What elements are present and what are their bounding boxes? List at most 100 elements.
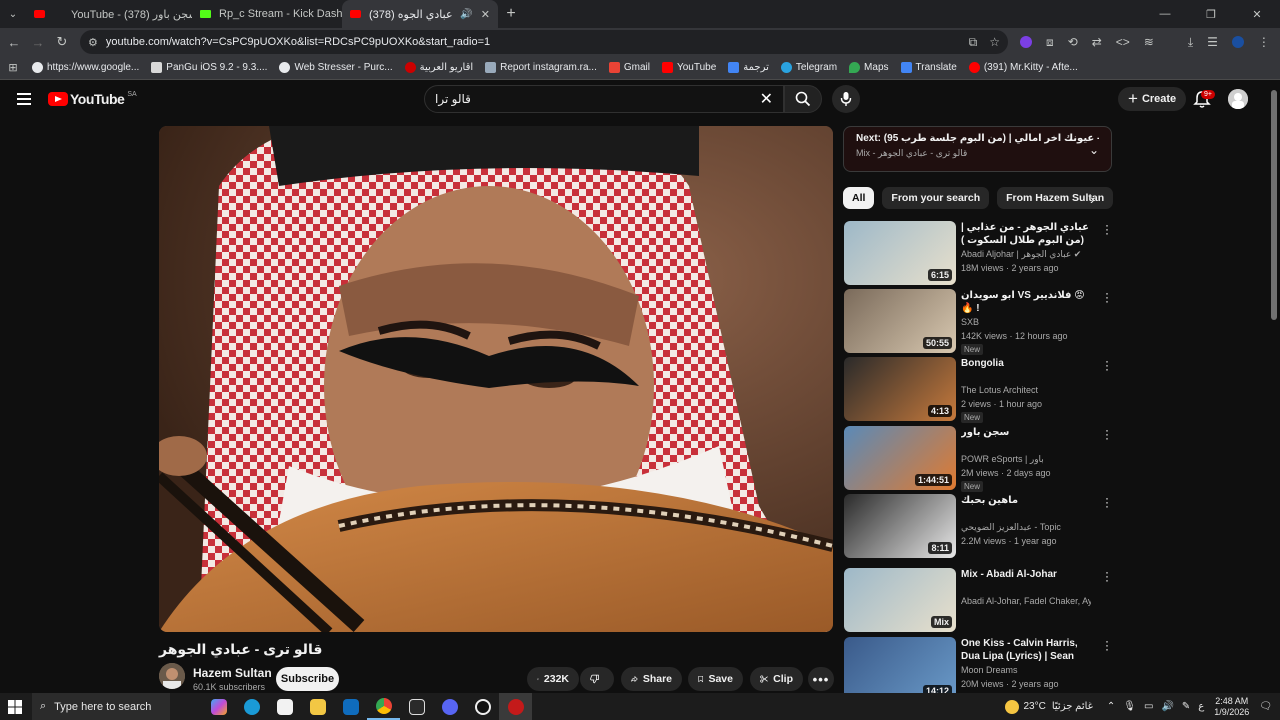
profile-avatar-icon[interactable] bbox=[1231, 36, 1244, 48]
volume-icon[interactable]: 🔊 bbox=[1161, 701, 1173, 712]
bookmark-item[interactable]: Gmail bbox=[603, 62, 656, 73]
cast-icon[interactable]: ≋ bbox=[1144, 35, 1154, 49]
subscribe-button[interactable]: Subscribe bbox=[276, 667, 339, 691]
recommendation-title[interactable]: Mix - Abadi Al-Johar bbox=[961, 568, 1091, 581]
bookmark-item[interactable]: PanGu iOS 9.2 - 9.3.... bbox=[145, 62, 273, 73]
search-input[interactable]: قالو ترا ✕ bbox=[424, 85, 784, 113]
more-vertical-icon[interactable]: · · · bbox=[1102, 492, 1112, 512]
video-thumbnail[interactable]: 50:55 bbox=[844, 289, 956, 353]
new-tab-button[interactable]: + bbox=[498, 5, 524, 23]
channel-name[interactable]: Hazem Sultan bbox=[193, 666, 272, 680]
video-thumbnail[interactable]: 1:44:51 bbox=[844, 426, 956, 490]
bookmark-item[interactable]: Report instagram.ra... bbox=[479, 62, 603, 73]
more-vertical-icon[interactable]: · · · bbox=[1102, 424, 1112, 444]
video-thumbnail[interactable]: Mix bbox=[844, 568, 956, 632]
close-window-icon[interactable]: ✕ bbox=[1234, 8, 1280, 21]
obs-icon[interactable] bbox=[466, 693, 499, 720]
back-icon[interactable]: ← bbox=[2, 35, 26, 50]
weather-temp[interactable]: 23°C bbox=[1024, 701, 1046, 712]
speaker-icon[interactable]: 🔊 bbox=[460, 9, 472, 20]
recommendation-channel[interactable]: SXB bbox=[961, 317, 1091, 327]
browser-tab-1[interactable]: YouTube - سجن باور (378) ✕ bbox=[26, 0, 192, 28]
dislike-button[interactable] bbox=[580, 667, 614, 691]
bookmark-item[interactable]: Telegram bbox=[775, 62, 843, 73]
recommendation-channel[interactable]: POWR eSports | باور bbox=[961, 454, 1091, 465]
recommendation-item[interactable]: 14:12 One Kiss - Calvin Harris, Dua Lipa … bbox=[844, 635, 1112, 701]
more-vertical-icon[interactable]: · · · bbox=[1102, 566, 1112, 586]
reload-icon[interactable]: ↻ bbox=[50, 34, 74, 50]
recommendation-title[interactable]: Bongolia bbox=[961, 357, 1091, 370]
video-player[interactable] bbox=[159, 126, 833, 632]
channel-avatar[interactable] bbox=[159, 663, 185, 689]
notification-center-icon[interactable]: 🗨 bbox=[1259, 701, 1272, 712]
more-vertical-icon[interactable]: · · · bbox=[1102, 219, 1112, 239]
browser-tab-active[interactable]: قالو ترى - عبادي الجوه (378) 🔊 ✕ bbox=[342, 0, 498, 28]
recommendation-item[interactable]: 50:55 ابو سويدان VS فلانديير 😡🔥 ! SXB 142K … bbox=[844, 287, 1112, 355]
bookmark-item[interactable]: Translate bbox=[895, 62, 963, 73]
apps-grid-icon[interactable]: ⊞ bbox=[0, 61, 26, 74]
recommendation-item[interactable]: 6:15 عبادي الجوهر - من عذابي | (من البوم … bbox=[844, 219, 1112, 285]
recommendation-item[interactable]: 4:13 Bongolia The Lotus Architect 2 views ·… bbox=[844, 355, 1112, 423]
pen-icon[interactable]: ✎ bbox=[1182, 701, 1190, 712]
recommendation-item[interactable]: 1:44:51 سجن باور POWR eSports | باور 2M vie… bbox=[844, 424, 1112, 492]
video-thumbnail[interactable]: 4:13 bbox=[844, 357, 956, 421]
network-icon[interactable]: ▭ bbox=[1144, 701, 1153, 712]
clock[interactable]: 2:48 AM 1/9/2026 bbox=[1214, 696, 1249, 718]
recommendation-title[interactable]: ابو سويدان VS فلانديير 😡🔥 ! bbox=[961, 289, 1091, 315]
translate-icon[interactable]: ⇄ bbox=[1092, 35, 1102, 49]
chip-from-your-search[interactable]: From your search bbox=[882, 187, 990, 209]
epic-games-icon[interactable] bbox=[400, 693, 433, 720]
up-next-panel[interactable]: Next: عبادي الجوهر - عيونك آخر آمالي | (… bbox=[843, 126, 1112, 172]
bookmark-item[interactable]: https://www.google... bbox=[26, 62, 145, 73]
like-button[interactable]: 232K bbox=[527, 667, 579, 691]
chevron-up-icon[interactable]: ⌃ bbox=[1107, 701, 1115, 712]
recommendation-title[interactable]: ماهين بحبك bbox=[961, 494, 1091, 507]
browser-tab-2[interactable]: Rp_c Stream - Kick Dashboard ✕ bbox=[192, 0, 342, 28]
chevron-down-icon[interactable]: ⌄ bbox=[1089, 143, 1099, 157]
save-button[interactable]: Save bbox=[688, 667, 743, 691]
bookmark-star-icon[interactable]: ☆ bbox=[989, 35, 1000, 50]
tab-search-button[interactable]: ⌄ bbox=[0, 0, 26, 28]
bookmark-item[interactable]: YouTube bbox=[656, 62, 722, 73]
recommendation-channel[interactable]: The Lotus Architect bbox=[961, 385, 1091, 395]
edge-icon[interactable] bbox=[235, 693, 268, 720]
page-scrollbar[interactable] bbox=[1271, 90, 1277, 320]
microphone-icon[interactable]: 🎙 bbox=[1123, 701, 1136, 712]
recommendation-title[interactable]: One Kiss - Calvin Harris, Dua Lipa (Lyri… bbox=[961, 637, 1091, 663]
more-actions-button[interactable]: ••• bbox=[808, 667, 834, 691]
more-vertical-icon[interactable]: · · · bbox=[1102, 635, 1112, 655]
bookmark-item[interactable]: Web Stresser - Purc... bbox=[273, 62, 398, 73]
bookmark-item[interactable]: (391) Mr.Kitty - Afte... bbox=[963, 62, 1084, 73]
store-icon[interactable] bbox=[268, 693, 301, 720]
chip-from-channel[interactable]: From Hazem Sultan bbox=[997, 187, 1114, 209]
devtools-icon[interactable]: <> bbox=[1116, 35, 1130, 49]
more-vertical-icon[interactable]: · · · bbox=[1102, 355, 1112, 375]
voice-search-button[interactable] bbox=[832, 85, 860, 113]
weather-icon[interactable] bbox=[1004, 699, 1019, 714]
copilot-icon[interactable] bbox=[202, 693, 235, 720]
share-button[interactable]: Share bbox=[621, 667, 682, 691]
minimize-icon[interactable]: — bbox=[1142, 8, 1188, 21]
history-icon[interactable]: ⟲ bbox=[1068, 35, 1078, 49]
recommendation-item[interactable]: 8:11 ماهين بحبك عبدالعزيز الضويحي - Topic 2… bbox=[844, 492, 1112, 558]
recommendation-title[interactable]: عبادي الجوهر - من عذابي | (من البوم طلال… bbox=[961, 221, 1091, 247]
reading-list-icon[interactable]: ☰ bbox=[1207, 35, 1218, 49]
extensions-puzzle-icon[interactable]: ⧈ bbox=[1046, 35, 1054, 50]
taskbar-search[interactable]: ⌕ Type here to search bbox=[32, 693, 170, 720]
bookmark-item[interactable]: ترجمة bbox=[722, 62, 775, 73]
more-vertical-icon[interactable]: · · · bbox=[1102, 287, 1112, 307]
input-language[interactable]: ع bbox=[1198, 701, 1204, 712]
video-thumbnail[interactable]: 8:11 bbox=[844, 494, 956, 558]
recommendation-item[interactable]: Mix Mix - Abadi Al-Johar Abadi Al-Johar, F… bbox=[844, 566, 1112, 632]
maximize-icon[interactable]: ❐ bbox=[1188, 8, 1234, 21]
youtube-logo[interactable]: YouTube SA bbox=[48, 91, 137, 107]
outlook-icon[interactable] bbox=[334, 693, 367, 720]
chrome-icon[interactable] bbox=[367, 693, 400, 720]
recommendation-title[interactable]: سجن باور bbox=[961, 426, 1091, 439]
weather-text[interactable]: غائم جزئيًا bbox=[1052, 701, 1093, 712]
account-avatar[interactable] bbox=[1228, 89, 1248, 109]
forward-icon[interactable]: → bbox=[26, 35, 50, 50]
tab-close-icon[interactable]: ✕ bbox=[473, 8, 490, 21]
recommendation-channel[interactable]: Abadi Al-Johar, Fadel Chaker, Ayed, and … bbox=[961, 596, 1091, 606]
search-button[interactable] bbox=[784, 85, 822, 113]
